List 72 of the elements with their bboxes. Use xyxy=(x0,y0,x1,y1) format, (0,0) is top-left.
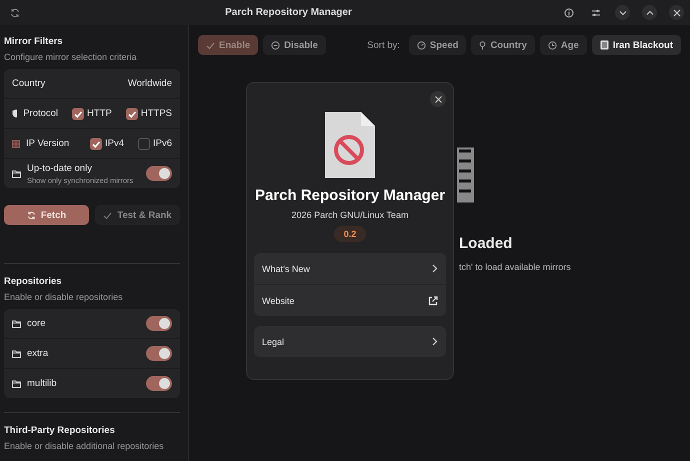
row-label: Up-to-date only xyxy=(27,162,93,174)
close-icon xyxy=(672,8,680,16)
sort-button[interactable]: Speed xyxy=(408,35,466,55)
section-subtitle: Configure mirror selection criteria xyxy=(4,52,138,62)
credits-text: 2026 Parch GNU/Linux Team xyxy=(292,210,408,220)
sort-label: Sort by: xyxy=(367,40,400,50)
document-forbidden-icon xyxy=(324,111,376,179)
section-title: Mirror Filters xyxy=(4,36,64,47)
grid-icon xyxy=(12,140,20,148)
repository-name: multilib xyxy=(27,378,58,389)
minimize-button[interactable] xyxy=(615,5,630,20)
window-title: Parch Repository Manager xyxy=(224,7,353,18)
external-link-icon xyxy=(428,296,438,306)
pin-icon xyxy=(479,40,486,50)
list-drawing xyxy=(457,147,477,203)
disable-button[interactable]: Disable xyxy=(263,35,326,55)
app-name: Parch Repository Manager xyxy=(254,187,446,204)
maximize-button[interactable] xyxy=(642,5,657,20)
checkmark-icon xyxy=(103,210,112,220)
sort-button[interactable]: Iran Blackout xyxy=(592,35,681,55)
empty-state-title: Loaded xyxy=(459,235,514,252)
gauge-icon xyxy=(416,40,426,50)
toggle-switch[interactable] xyxy=(146,376,172,391)
refresh-icon xyxy=(26,210,36,220)
checkbox-label: IPv6 xyxy=(152,138,172,149)
toggle-switch[interactable] xyxy=(146,346,172,361)
folder-icon xyxy=(12,380,21,388)
checkbox[interactable] xyxy=(138,138,150,150)
checkbox-label: IPv4 xyxy=(104,138,124,149)
section-subtitle: Enable or disable additional repositories xyxy=(4,441,165,451)
sort-button[interactable]: Age xyxy=(540,35,587,55)
toggle-switch[interactable] xyxy=(146,316,172,331)
clock-icon xyxy=(548,40,557,50)
checkbox-label: HTTP xyxy=(87,108,112,119)
country-value[interactable]: Worldwide xyxy=(128,78,172,89)
refresh-icon[interactable] xyxy=(10,8,20,18)
chevron-up-icon xyxy=(646,10,654,16)
folder-icon xyxy=(12,320,21,328)
repository-name: core xyxy=(27,318,46,329)
close-button[interactable] xyxy=(669,5,684,20)
enable-button[interactable]: Enable xyxy=(198,35,258,55)
minus-circle-icon xyxy=(271,40,280,50)
list-icon xyxy=(600,40,609,50)
checkbox[interactable] xyxy=(72,108,84,120)
row-label: Country xyxy=(12,78,46,89)
section-title: Third-Party Repositories xyxy=(4,425,116,436)
checkmark-icon xyxy=(206,40,215,50)
chevron-down-icon xyxy=(618,10,626,16)
checkbox-label: HTTPS xyxy=(140,108,172,119)
dialog-list-item[interactable]: Website xyxy=(254,284,446,316)
close-button[interactable] xyxy=(430,91,446,107)
fetch-button[interactable]: Fetch xyxy=(4,205,89,225)
repository-name: extra xyxy=(27,348,50,359)
toggle-switch[interactable] xyxy=(146,166,172,181)
checkbox[interactable] xyxy=(90,138,102,150)
empty-state-message: tch' to load available mirrors xyxy=(459,262,572,272)
dialog-list-item[interactable]: What’s New xyxy=(254,253,446,284)
version-badge: 0.2 xyxy=(334,226,366,242)
chevron-right-icon xyxy=(432,264,438,273)
folder-icon xyxy=(12,170,21,178)
dialog-list-item[interactable]: Legal xyxy=(254,326,446,357)
shield-icon xyxy=(12,109,18,118)
chevron-right-icon xyxy=(432,337,438,346)
section-title: Repositories xyxy=(4,276,63,287)
test-button[interactable]: Test & Rank xyxy=(95,205,180,225)
folder-icon xyxy=(12,350,21,358)
checkbox[interactable] xyxy=(126,108,138,120)
row-label: IP Version xyxy=(26,138,70,149)
close-icon xyxy=(434,96,442,102)
section-subtitle: Enable or disable repositories xyxy=(4,292,124,302)
row-label: Protocol xyxy=(23,108,58,119)
sort-button[interactable]: Country xyxy=(471,35,535,55)
